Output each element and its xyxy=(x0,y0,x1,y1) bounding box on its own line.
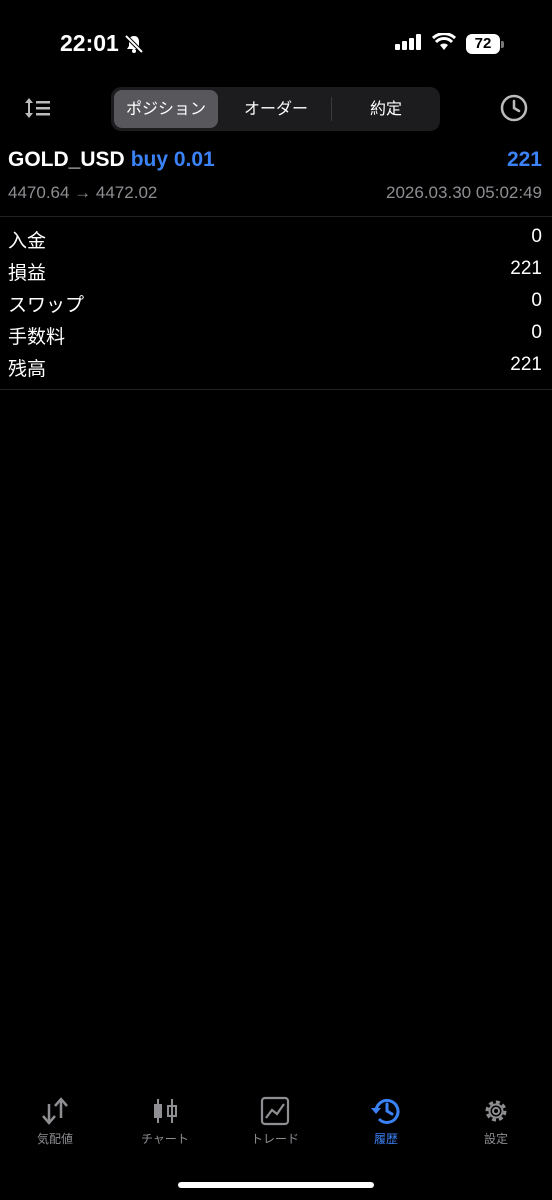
summary-row-balance: 残高 221 xyxy=(0,350,552,382)
history-icon xyxy=(371,1098,400,1124)
summary-list: 入金 0 損益 221 スワップ 0 手数料 0 残高 221 xyxy=(0,222,552,390)
summary-label: 入金 xyxy=(8,230,47,252)
summary-label: 損益 xyxy=(8,262,47,284)
nav-label: チャート xyxy=(141,1132,189,1146)
summary-row-swap: スワップ 0 xyxy=(0,286,552,318)
nav-history[interactable]: 履歴 xyxy=(331,1090,441,1147)
summary-label: 手数料 xyxy=(8,326,66,348)
tab-positions[interactable]: ポジション xyxy=(114,90,218,128)
summary-row-profit: 損益 221 xyxy=(0,254,552,286)
position-symbol: GOLD_USD buy 0.01 xyxy=(8,148,215,172)
segment-control: ポジション オーダー 約定 xyxy=(111,87,440,131)
summary-row-deposit: 入金 0 xyxy=(0,222,552,254)
nav-settings[interactable]: 設定 xyxy=(441,1090,551,1147)
trade-chart-icon xyxy=(260,1096,290,1126)
summary-value: 0 xyxy=(531,226,542,247)
tab-orders[interactable]: オーダー xyxy=(224,90,328,128)
nav-chart[interactable]: チャート xyxy=(110,1090,220,1147)
tab-deals[interactable]: 約定 xyxy=(334,90,438,128)
summary-label: 残高 xyxy=(8,358,47,380)
summary-value: 221 xyxy=(510,354,542,375)
candlestick-icon xyxy=(154,1099,177,1123)
nav-label: トレード xyxy=(250,1132,299,1146)
status-bar: 22:01 72 xyxy=(0,0,552,80)
clock-icon[interactable] xyxy=(498,92,530,124)
nav-label: 設定 xyxy=(483,1132,508,1146)
nav-label: 気配値 xyxy=(36,1132,73,1146)
symbol-name: GOLD_USD xyxy=(8,148,125,171)
position-row[interactable]: GOLD_USD buy 0.01 221 4470.64 → 4472.02 2… xyxy=(0,140,552,217)
sort-icon[interactable] xyxy=(24,96,52,120)
nav-label: 履歴 xyxy=(373,1132,398,1146)
nav-trade[interactable]: トレード xyxy=(220,1090,330,1147)
home-indicator[interactable] xyxy=(178,1182,374,1188)
quotes-arrows-icon xyxy=(42,1097,68,1125)
status-time: 22:01 xyxy=(60,30,119,56)
summary-row-commission: 手数料 0 xyxy=(0,318,552,350)
settings-gear-icon xyxy=(485,1100,507,1122)
bell-muted-icon xyxy=(124,34,144,54)
cellular-signal-icon xyxy=(395,34,421,50)
position-prices: 4470.64 → 4472.02 xyxy=(8,183,158,202)
position-profit: 221 xyxy=(506,148,542,171)
summary-value: 0 xyxy=(531,322,542,343)
wifi-icon xyxy=(432,33,456,50)
summary-value: 221 xyxy=(510,258,542,279)
summary-value: 0 xyxy=(531,290,542,311)
segment-divider xyxy=(331,97,332,121)
position-datetime: 2026.03.30 05:02:49 xyxy=(386,183,542,202)
summary-label: スワップ xyxy=(8,294,85,316)
battery-tip xyxy=(501,41,504,48)
battery-icon: 72 xyxy=(466,34,500,54)
nav-quotes[interactable]: 気配値 xyxy=(0,1090,110,1147)
toolbar: ポジション オーダー 約定 xyxy=(0,84,552,132)
position-side: buy 0.01 xyxy=(130,148,215,171)
